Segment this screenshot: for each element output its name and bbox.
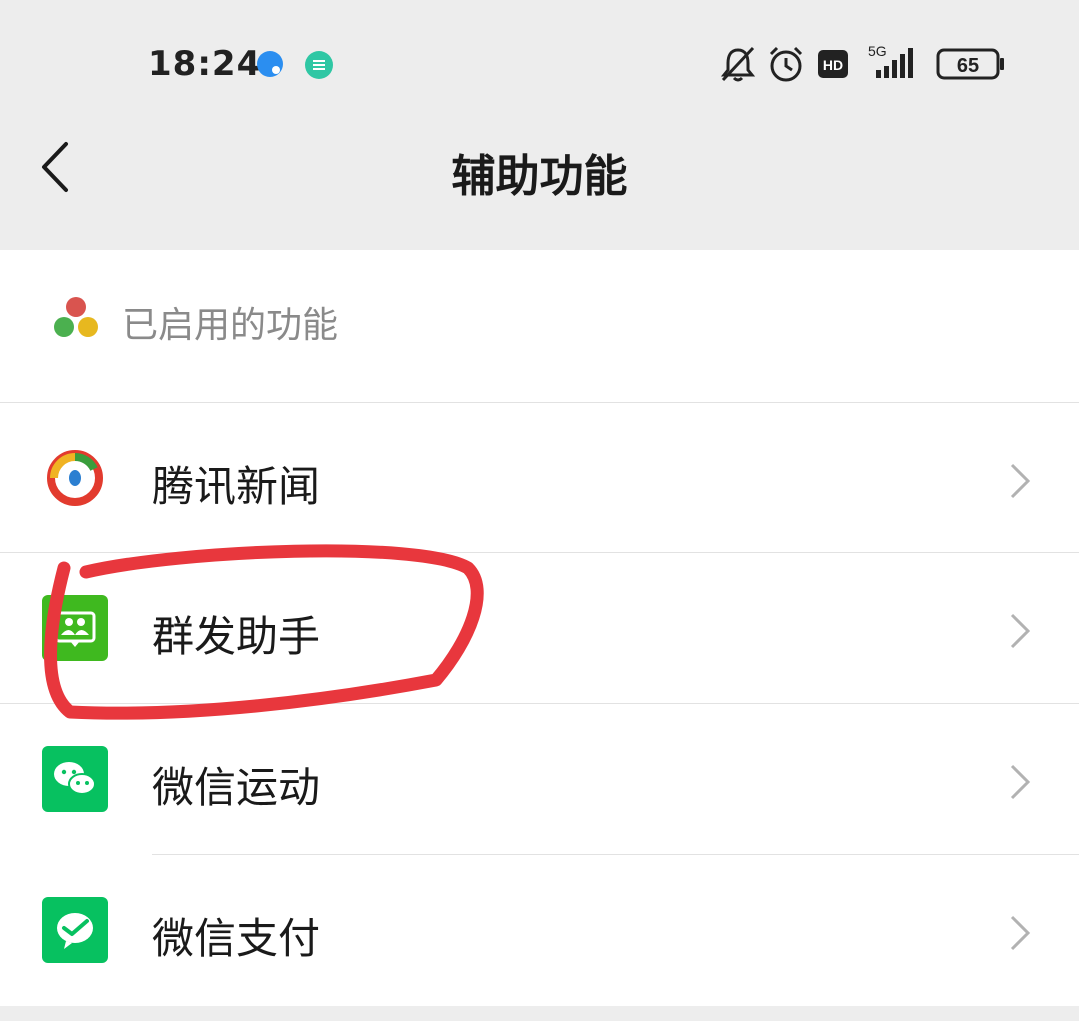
list-item-label: 微信运动	[152, 763, 321, 812]
list-item-group-broadcast[interactable]: 群发助手	[0, 553, 1079, 703]
chevron-right-icon	[1010, 463, 1031, 499]
enabled-features-icon	[54, 297, 98, 337]
svg-text:65: 65	[957, 55, 979, 77]
tencent-news-icon	[47, 450, 103, 506]
svg-text:HD: HD	[823, 57, 843, 73]
list-item-wechat-sports[interactable]: 微信运动	[0, 704, 1079, 854]
alarm-icon	[769, 46, 803, 82]
chevron-right-icon	[1010, 915, 1031, 951]
list-item-label: 微信支付	[152, 914, 321, 963]
hd-icon: HD	[818, 50, 848, 78]
chevron-right-icon	[1010, 613, 1031, 649]
battery-icon: 65	[936, 48, 1004, 80]
wechat-sports-icon	[42, 746, 108, 812]
section-header: 已启用的功能	[0, 250, 1079, 403]
svg-text:5G: 5G	[868, 43, 887, 59]
features-card: 已启用的功能 腾讯新闻 群发助手 微信运动 微信支付	[0, 250, 1079, 1006]
navigation-bar: 辅助功能	[0, 110, 1079, 230]
bell-off-icon	[720, 46, 756, 82]
notification-bubble-icon	[257, 51, 283, 77]
chevron-right-icon	[1010, 764, 1031, 800]
list-item-wechat-pay[interactable]: 微信支付	[0, 855, 1079, 1005]
group-broadcast-icon	[42, 595, 108, 661]
signal-icon: 5G	[868, 43, 913, 78]
list-item-label: 群发助手	[152, 612, 321, 661]
list-item-tencent-news[interactable]: 腾讯新闻	[0, 403, 1079, 553]
status-bar: 18:24 HD 5G 65	[0, 0, 1079, 120]
message-icon	[305, 51, 333, 79]
page-title: 辅助功能	[451, 151, 628, 202]
section-label: 已启用的功能	[122, 305, 339, 346]
status-time: 18:24	[148, 44, 262, 84]
wechat-pay-icon	[42, 897, 108, 963]
list-item-label: 腾讯新闻	[152, 462, 321, 511]
